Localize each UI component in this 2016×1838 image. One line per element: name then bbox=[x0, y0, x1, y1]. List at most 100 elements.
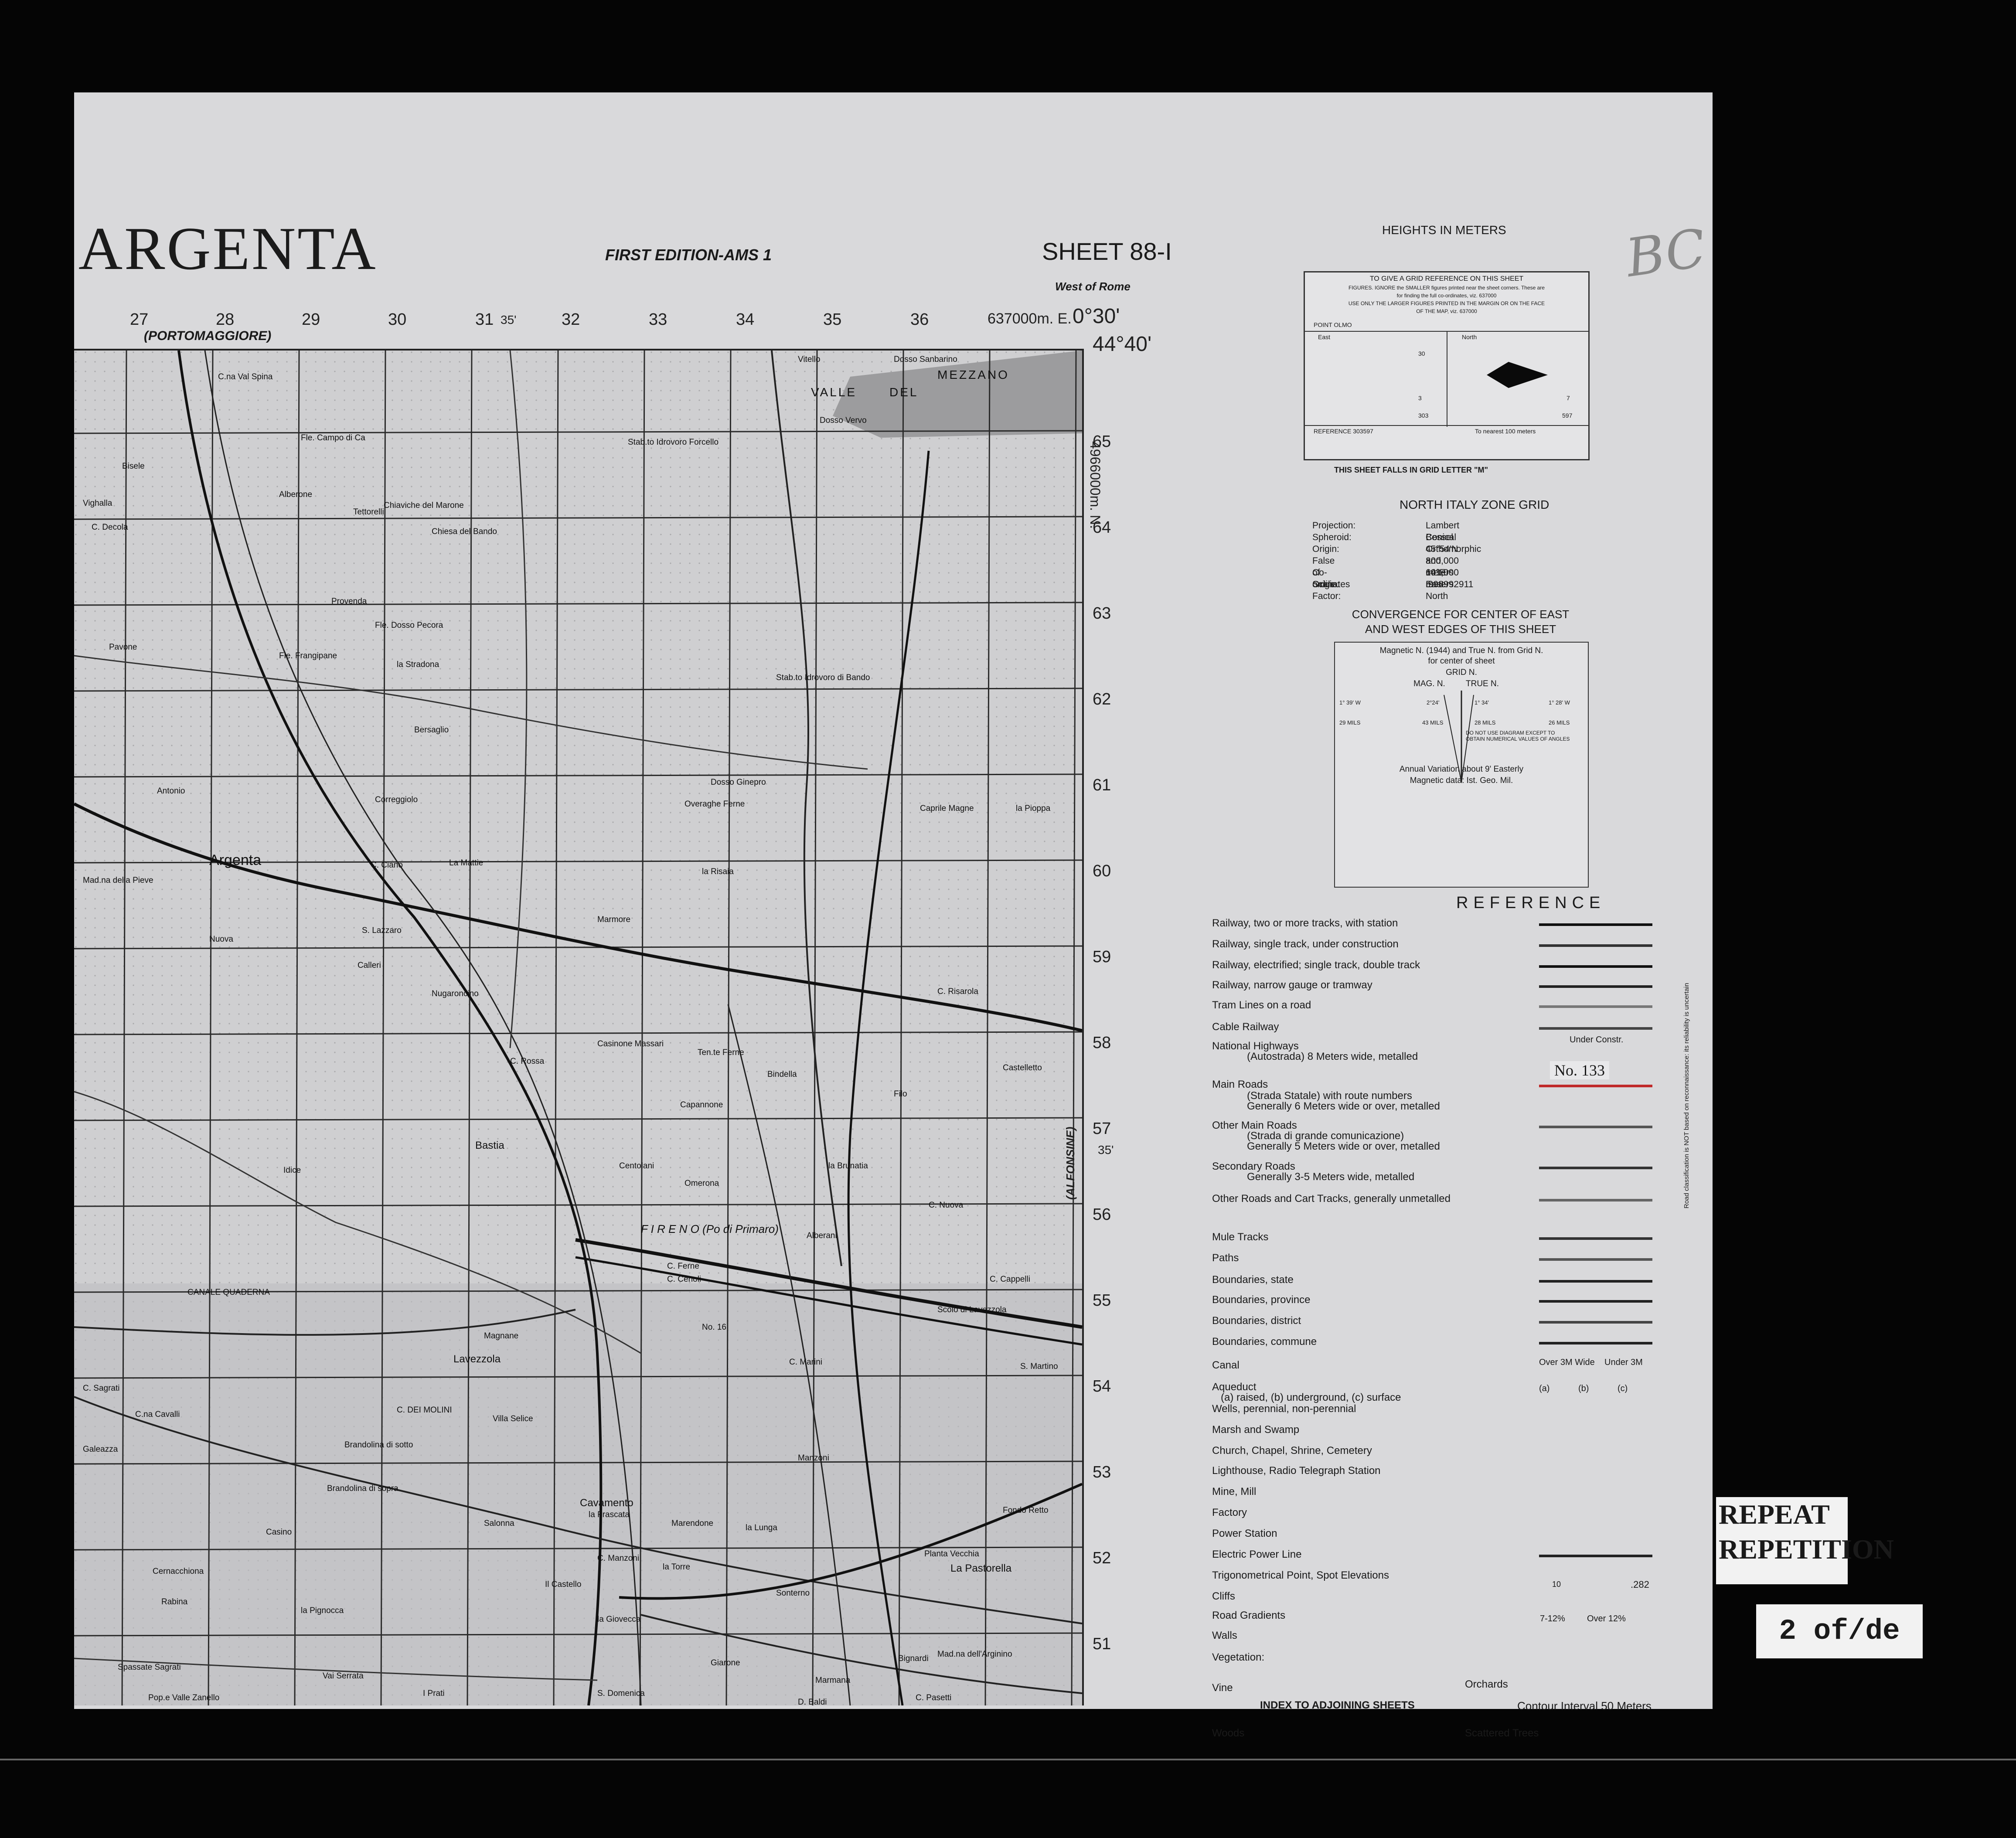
place-label: la Lunga bbox=[746, 1523, 777, 1532]
place-label: Fle. Frangipane bbox=[279, 651, 337, 660]
place-label: Stab.to Idrovoro Forcello bbox=[628, 438, 719, 447]
place-label: Tettorelli bbox=[353, 507, 384, 517]
place-label: la Stradona bbox=[397, 660, 439, 669]
legend-symbol bbox=[1539, 1027, 1652, 1030]
arrow-mark-icon bbox=[1487, 362, 1548, 388]
legend-item: Tram Lines on a road bbox=[1212, 999, 1311, 1011]
adjoining-sheet-label: (ALFONSINE) bbox=[1064, 1127, 1077, 1200]
easting-label: 35' bbox=[501, 313, 517, 327]
legend-item: Generally 3-5 Meters wide, metalled bbox=[1247, 1171, 1415, 1183]
place-label: Correggiolo bbox=[375, 795, 418, 804]
legend-item: Railway, electrified; single track, doub… bbox=[1212, 959, 1420, 971]
legend-symbol bbox=[1539, 1199, 1652, 1202]
trig-point-value: 10 bbox=[1552, 1580, 1561, 1589]
place-label: Bignardi bbox=[898, 1654, 929, 1663]
decl-text: Magnetic N. (1944) and True N. from Grid… bbox=[1379, 646, 1543, 655]
west-of-rome-label: West of Rome bbox=[1055, 280, 1131, 293]
place-label: C. Sagrati bbox=[83, 1384, 120, 1393]
place-label: Marmore bbox=[597, 915, 631, 924]
place-label: Dosso Sanbarino bbox=[894, 355, 957, 364]
place-label: S. Martino bbox=[1020, 1362, 1058, 1371]
place-label: Galeazza bbox=[83, 1445, 118, 1454]
legend-item: Church, Chapel, Shrine, Cemetery bbox=[1212, 1445, 1372, 1457]
legend-symbol bbox=[1539, 923, 1652, 926]
map-title: ARGENTA bbox=[78, 215, 378, 283]
place-label: Vitello bbox=[798, 355, 821, 364]
place-label: Manzoni bbox=[798, 1453, 829, 1463]
repetition-label: REPETITION bbox=[1719, 1534, 1894, 1565]
east-value: 30 bbox=[1418, 350, 1425, 357]
place-label: La Pastorella bbox=[950, 1562, 1012, 1574]
northing-label: 53 bbox=[1093, 1463, 1111, 1481]
place-label: CANALE QUADERNA bbox=[187, 1288, 270, 1297]
place-label: DEL bbox=[889, 385, 919, 399]
northing-label: 59 bbox=[1093, 948, 1111, 966]
place-label: Casinone Massari bbox=[597, 1039, 664, 1048]
place-label: Bindella bbox=[767, 1070, 797, 1079]
northing-label: 60 bbox=[1093, 862, 1111, 880]
northing-label: 55 bbox=[1093, 1291, 1111, 1310]
convergence-title: CONVERGENCE FOR CENTER OF EAST AND WEST … bbox=[1338, 607, 1583, 636]
east-value: 3 bbox=[1418, 395, 1422, 402]
easting-label: 637000m. E. bbox=[988, 310, 1072, 327]
place-label: Ten.te Ferne bbox=[698, 1048, 744, 1057]
legend-item: Generally 6 Meters wide or over, metalle… bbox=[1247, 1100, 1440, 1112]
place-label: C. Ciano bbox=[371, 861, 403, 870]
adjoining-sheet-label: (PORTOMAGGIORE) bbox=[144, 329, 272, 343]
easting-label: 35 bbox=[823, 310, 842, 329]
nearest-note: To nearest 100 meters bbox=[1475, 428, 1536, 435]
legend-item: Mule Tracks bbox=[1212, 1231, 1269, 1243]
param-value: Bessel bbox=[1426, 532, 1454, 542]
place-label: C. Decola bbox=[92, 523, 128, 532]
place-label: Omerona bbox=[684, 1179, 719, 1188]
decl-value: 2°24' bbox=[1427, 699, 1440, 706]
place-label: MEZZANO bbox=[937, 368, 1009, 381]
legend-symbol bbox=[1539, 985, 1652, 988]
aqueduct-c: (c) bbox=[1618, 1384, 1628, 1393]
place-label: Bisele bbox=[122, 462, 145, 471]
magnetic-data-source: Magnetic data: Ist. Geo. Mil. bbox=[1410, 776, 1513, 785]
place-label: la Giovecca bbox=[597, 1615, 641, 1624]
place-label: Fondo Retto bbox=[1003, 1506, 1049, 1515]
place-label: Scolo di Lavezzola bbox=[937, 1305, 1007, 1314]
legend-symbol bbox=[1539, 1258, 1652, 1261]
legend-item: Railway, two or more tracks, with statio… bbox=[1212, 917, 1398, 929]
map-face[interactable]: C.na Val Spina Fle. Campo di Ca Alberone Te… bbox=[74, 349, 1084, 1705]
legend-item: (Autostrada) 8 Meters wide, metalled bbox=[1247, 1051, 1418, 1062]
grid-letter-note: THIS SHEET FALLS IN GRID LETTER "M" bbox=[1334, 466, 1488, 474]
grid-ref-line: OF THE MAP, viz. 637000 bbox=[1416, 308, 1477, 314]
easting-label: 33 bbox=[649, 310, 667, 329]
point-label: POINT OLMO bbox=[1314, 321, 1352, 328]
legend-item: Paths bbox=[1212, 1252, 1239, 1264]
place-label: Vighalla bbox=[83, 499, 112, 508]
frame-count-stamp: 2 of/de bbox=[1756, 1604, 1923, 1658]
place-label: VALLE bbox=[811, 385, 857, 399]
grid-ref-line: for finding the full co-ordinates, viz. … bbox=[1396, 293, 1497, 299]
legend-item: Main Roads bbox=[1212, 1079, 1268, 1090]
place-label: Magnane bbox=[484, 1331, 519, 1341]
place-label: C. Cenoli bbox=[667, 1275, 702, 1284]
legend-symbol bbox=[1539, 1300, 1652, 1303]
place-label: Argenta bbox=[209, 852, 262, 868]
northing-label: 62 bbox=[1093, 690, 1111, 708]
canal-under-label: Under 3M bbox=[1604, 1358, 1643, 1367]
northing-label: 61 bbox=[1093, 776, 1111, 794]
decl-value: 1° 39' W bbox=[1339, 699, 1361, 706]
legend-symbol bbox=[1539, 1167, 1652, 1169]
legend-item: Electric Power Line bbox=[1212, 1549, 1302, 1560]
place-label: C. Pasetti bbox=[916, 1693, 952, 1702]
place-label: Brandolina di sotto bbox=[344, 1440, 413, 1450]
legend-item: Cable Railway bbox=[1212, 1021, 1279, 1033]
place-label: Nugaroncino bbox=[432, 989, 479, 998]
place-label: C. Nuova bbox=[929, 1201, 964, 1210]
place-label: La Mattie bbox=[449, 858, 484, 868]
grid-ref-line: USE ONLY THE LARGER FIGURES PRINTED IN T… bbox=[1348, 300, 1545, 306]
place-label: Vai Serrata bbox=[323, 1671, 364, 1681]
latitude-label: 44°40' bbox=[1093, 333, 1152, 356]
map-sheet: ARGENTA FIRST EDITION-AMS 1 SHEET 88-I W… bbox=[74, 92, 1713, 1739]
legend-symbol bbox=[1539, 1321, 1652, 1324]
param-key: Origin: bbox=[1312, 544, 1339, 554]
place-label: Villa Selice bbox=[493, 1414, 533, 1423]
legend-item: Factory bbox=[1212, 1507, 1247, 1518]
legend-item: Walls bbox=[1212, 1630, 1237, 1641]
